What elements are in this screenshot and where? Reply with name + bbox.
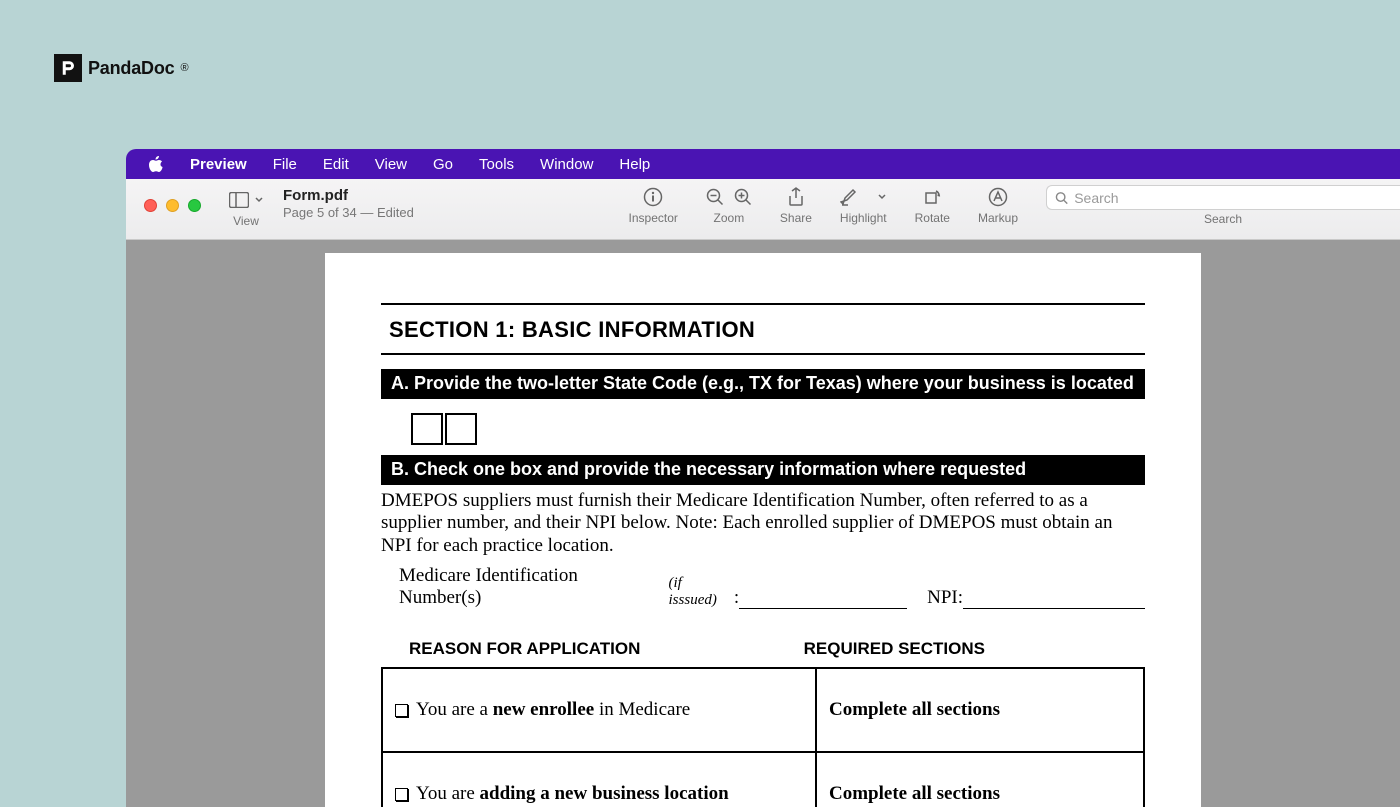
highlight-tool[interactable]: Highlight	[840, 185, 887, 225]
mid-note: (if isssued)	[669, 575, 734, 609]
chevron-down-icon	[255, 197, 263, 203]
id-fields: Medicare Identification Number(s) (if is…	[381, 565, 1145, 609]
zoom-tool[interactable]: Zoom	[706, 185, 752, 225]
zoom-in-icon[interactable]	[734, 188, 752, 206]
search-box[interactable]	[1046, 185, 1400, 210]
table-row: You are a new enrollee in Medicare Compl…	[383, 669, 1143, 753]
file-status: Page 5 of 34 — Edited	[283, 205, 414, 220]
required-cell: Complete all sections	[817, 669, 1143, 751]
rotate-icon	[923, 188, 941, 206]
reason-cell: You are a new enrollee in Medicare	[383, 669, 817, 751]
minimize-button[interactable]	[166, 199, 179, 212]
close-button[interactable]	[144, 199, 157, 212]
application-table: You are a new enrollee in Medicare Compl…	[381, 667, 1145, 807]
traffic-lights	[126, 185, 201, 212]
search-icon	[1055, 191, 1068, 205]
checkbox-new-enrollee[interactable]	[395, 704, 408, 717]
npi-input[interactable]	[963, 592, 1145, 609]
markup-tool[interactable]: Markup	[978, 185, 1018, 225]
markup-icon	[988, 187, 1008, 207]
divider	[381, 303, 1145, 305]
rotate-label: Rotate	[915, 211, 950, 225]
markup-label: Markup	[978, 211, 1018, 225]
pdf-page: SECTION 1: BASIC INFORMATION A. Provide …	[325, 253, 1201, 807]
required-cell: Complete all sections	[817, 753, 1143, 807]
state-code-char-1[interactable]	[411, 413, 443, 445]
pandadoc-logo: PandaDoc®	[54, 54, 189, 82]
menu-window[interactable]: Window	[527, 156, 606, 173]
view-tool[interactable]: View	[229, 185, 263, 228]
section-b-body: DMEPOS suppliers must furnish their Medi…	[381, 490, 1145, 557]
document-area[interactable]: SECTION 1: BASIC INFORMATION A. Provide …	[126, 240, 1400, 807]
menu-edit[interactable]: Edit	[310, 156, 362, 173]
menu-tools[interactable]: Tools	[466, 156, 527, 173]
preview-window: Preview File Edit View Go Tools Window H…	[126, 149, 1400, 807]
toolbar: View Form.pdf Page 5 of 34 — Edited Insp…	[126, 179, 1400, 240]
apple-icon[interactable]	[148, 155, 177, 173]
reason-cell: You are adding a new business location	[383, 753, 817, 807]
highlight-icon	[840, 187, 858, 207]
menu-bar: Preview File Edit View Go Tools Window H…	[126, 149, 1400, 179]
col-required: REQUIRED SECTIONS	[804, 639, 985, 659]
menu-go[interactable]: Go	[420, 156, 466, 173]
pandadoc-icon	[54, 54, 82, 82]
highlight-label: Highlight	[840, 211, 887, 225]
mid-input[interactable]	[739, 592, 907, 609]
menu-view[interactable]: View	[362, 156, 420, 173]
zoom-label: Zoom	[714, 211, 745, 225]
section-title: SECTION 1: BASIC INFORMATION	[389, 317, 1145, 343]
table-headers: REASON FOR APPLICATION REQUIRED SECTIONS	[381, 639, 1145, 659]
inspector-tool[interactable]: Inspector	[629, 185, 678, 225]
view-label: View	[233, 214, 259, 228]
npi-label: NPI:	[927, 587, 963, 609]
row-text: You are a new enrollee in Medicare	[416, 699, 690, 721]
divider	[381, 353, 1145, 355]
search-label: Search	[1204, 212, 1242, 226]
row-text: You are adding a new business location	[416, 783, 729, 805]
sidebar-dropdown-icon[interactable]	[229, 192, 263, 208]
info-icon	[643, 187, 663, 207]
menu-help[interactable]: Help	[606, 156, 663, 173]
section-a-header: A. Provide the two-letter State Code (e.…	[381, 369, 1145, 399]
share-label: Share	[780, 211, 812, 225]
search-tool: Search	[1046, 185, 1400, 226]
zoom-out-icon[interactable]	[706, 188, 724, 206]
file-info: Form.pdf Page 5 of 34 — Edited	[283, 185, 414, 220]
share-tool[interactable]: Share	[780, 185, 812, 225]
brand-name: PandaDoc	[88, 58, 174, 79]
table-row: You are adding a new business location C…	[383, 753, 1143, 807]
share-icon	[788, 187, 804, 207]
rotate-tool[interactable]: Rotate	[915, 185, 950, 225]
search-input[interactable]	[1074, 190, 1392, 206]
menu-file[interactable]: File	[260, 156, 310, 173]
checkbox-adding-location[interactable]	[395, 788, 408, 801]
mid-label: Medicare Identification Number(s)	[399, 565, 665, 609]
maximize-button[interactable]	[188, 199, 201, 212]
menu-app[interactable]: Preview	[177, 156, 260, 173]
state-code-char-2[interactable]	[445, 413, 477, 445]
chevron-down-icon	[878, 194, 886, 200]
section-b-header: B. Check one box and provide the necessa…	[381, 455, 1145, 485]
inspector-label: Inspector	[629, 211, 678, 225]
col-reason: REASON FOR APPLICATION	[409, 639, 640, 659]
file-name: Form.pdf	[283, 187, 414, 204]
state-code-input[interactable]	[411, 413, 1145, 445]
